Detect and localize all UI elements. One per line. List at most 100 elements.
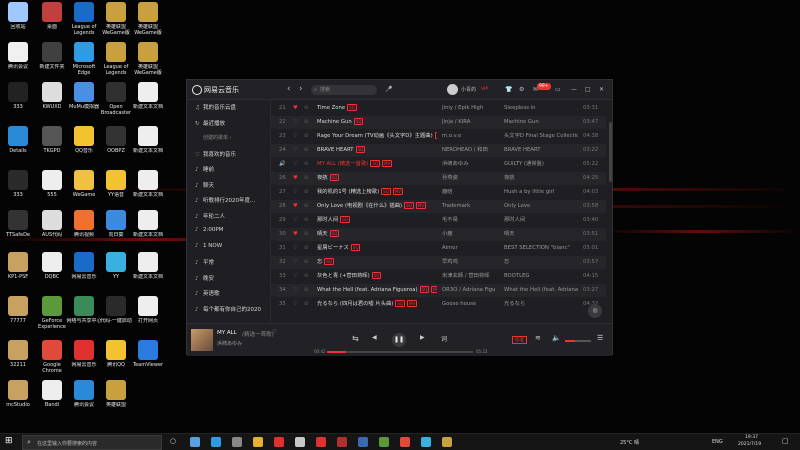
track-album[interactable]: BOOTLEG xyxy=(504,270,578,283)
track-row[interactable]: 35 ♡ ⊙ 光るなら (四月は君の嘘 片头曲) SQ MV Goose house 光るなら… xyxy=(271,298,606,311)
desktop-icon[interactable]: 新建文本文档 xyxy=(130,210,166,250)
desktop-icon[interactable]: 新建文本文档 xyxy=(130,252,166,292)
like-heart-icon[interactable]: ♡ xyxy=(293,270,301,283)
track-row[interactable]: 23 ♡⊙ Rage Your Dream (TV动画《头文字D》主题曲)MV m.o… xyxy=(271,130,606,143)
like-heart-icon[interactable]: ♡ xyxy=(293,214,301,227)
like-heart-icon[interactable]: ♥ xyxy=(293,200,301,213)
start-button[interactable]: ⊞ xyxy=(5,436,13,446)
desktop-icon[interactable]: TKGPD xyxy=(34,126,70,166)
track-row[interactable]: 29 ♡ ⊙ 那时人间 SQ 毛不易 那时人间 03:40 xyxy=(271,214,606,227)
desktop-icon[interactable]: TeamViewer xyxy=(130,340,166,380)
desktop-icon[interactable]: WeGame xyxy=(66,170,102,210)
league-icon[interactable] xyxy=(442,437,452,447)
next-button[interactable]: ▶ xyxy=(420,334,425,341)
track-row[interactable]: 21 ♥ ⊙ Time Zone SQ Jiniy / Epik High Sleeples… xyxy=(271,102,606,115)
sidebar-item[interactable]: ♪ 晚安 xyxy=(195,274,214,282)
scrollbar[interactable] xyxy=(609,122,612,182)
track-album[interactable]: Sleepless in xyxy=(504,102,578,115)
desktop-icon[interactable]: 333 xyxy=(0,82,36,122)
desktop-icon[interactable]: 腾讯会议 xyxy=(66,380,102,420)
track-album[interactable]: 晴天 xyxy=(504,228,578,241)
file-explorer-icon[interactable] xyxy=(253,437,263,447)
sidebar-item[interactable]: ♡ 我喜欢的音乐 xyxy=(195,150,236,158)
download-icon[interactable]: ⊙ xyxy=(304,158,312,171)
like-heart-icon[interactable]: ♡ xyxy=(272,329,277,335)
task-view-icon[interactable] xyxy=(190,437,200,447)
track-album[interactable]: 光るなら xyxy=(504,298,578,311)
desktop-icon[interactable]: Bandi xyxy=(34,380,70,420)
track-row[interactable]: 26 ♥ ⊙ 夜航 SQ 孙燕姿 夜航 04:25 xyxy=(271,172,606,185)
track-row[interactable]: 22 ♡ ⊙ Machine Gun SQ Jinja / KIRA Machine Gun… xyxy=(271,116,606,129)
desktop-icon[interactable]: YY xyxy=(98,252,134,292)
username[interactable]: 小青的 xyxy=(461,80,476,100)
desktop-icon[interactable]: 向日葵 xyxy=(98,210,134,250)
desktop-icon[interactable]: mcStudio xyxy=(0,380,36,420)
desktop-icon[interactable]: DQBC xyxy=(34,252,70,292)
mv-badge[interactable]: MV xyxy=(407,300,418,307)
now-playing-artist[interactable]: 浜崎あゆみ xyxy=(217,340,242,347)
store-icon[interactable] xyxy=(232,437,242,447)
like-heart-icon[interactable]: ♡ xyxy=(293,144,301,157)
desktop-icon[interactable]: 333 xyxy=(0,170,36,210)
track-row[interactable]: 31 ♡ ⊙ 星屑ビーナス SQ Aimer BEST SELECTION "blanc" 0… xyxy=(271,242,606,255)
clock-date[interactable]: 2021/7/19 xyxy=(738,442,761,447)
desktop-icon[interactable]: 腾讯QQ xyxy=(98,340,134,380)
like-heart-icon[interactable]: ♡ xyxy=(293,242,301,255)
desktop-icon[interactable]: 英雄联盟 WeGame版 xyxy=(130,42,166,82)
settings-icon[interactable]: ⚙ xyxy=(519,80,524,100)
desktop-icon[interactable]: QQ音乐 xyxy=(66,126,102,166)
forward-button[interactable]: › xyxy=(299,80,303,99)
track-artist[interactable]: NERDHEAD / 和田 xyxy=(442,144,500,157)
mv-badge[interactable]: MV xyxy=(434,132,437,139)
desktop-icon[interactable]: 英雄联盟 xyxy=(98,380,134,420)
desktop-icon[interactable]: 英雄联盟 WeGame版 xyxy=(98,2,134,42)
download-icon[interactable]: ⊙ xyxy=(304,284,312,297)
weibo-icon[interactable] xyxy=(316,437,326,447)
search-input[interactable]: ⌕ 搜索 xyxy=(311,85,377,95)
desktop-icon[interactable]: 回收站 xyxy=(0,2,36,42)
track-artist[interactable]: 毛不易 xyxy=(442,214,500,227)
desktop-icon[interactable]: KP1-PSF xyxy=(0,252,36,292)
desktop-icon[interactable]: League of Legends xyxy=(66,2,102,42)
sidebar-item[interactable]: ♪ 平常 xyxy=(195,258,214,266)
download-icon[interactable]: ⊙ xyxy=(304,298,312,311)
desktop-icon[interactable]: OOBPZ xyxy=(98,126,134,166)
like-heart-icon[interactable]: ♡ xyxy=(293,284,301,297)
progress-bar[interactable] xyxy=(327,351,473,353)
desktop-icon[interactable]: League of Legends xyxy=(98,42,134,82)
download-icon[interactable]: ⊙ xyxy=(304,270,312,283)
desktop-icon[interactable]: 打开网页 xyxy=(130,296,166,336)
track-row[interactable]: 34 ♡ ⊙ What the Hell (feat. Adriana Figuero… xyxy=(271,284,606,297)
track-artist[interactable]: 早鸡鸡 xyxy=(442,256,500,269)
sound-quality-button[interactable]: 标准 xyxy=(512,336,527,344)
desktop-icon[interactable]: 腾讯视频 xyxy=(66,210,102,250)
desktop-icon[interactable]: 网络与共享中心 xyxy=(66,296,102,336)
desktop-icon[interactable]: GeForce Experience xyxy=(34,296,70,336)
track-row[interactable]: 32 ♡ ⊙ 忘 SQ 早鸡鸡忘 03:57 xyxy=(271,256,606,269)
volume-icon[interactable]: 🔈 xyxy=(552,334,561,342)
track-row[interactable]: 28 ♥ ⊙ Only Love (电视剧《在什么》插曲) SQ MV Trademark O… xyxy=(271,200,606,213)
track-artist[interactable]: Jiniy / Epik High xyxy=(442,102,500,115)
desktop-icon[interactable]: 新建文本文档 xyxy=(130,82,166,122)
desktop-icon[interactable]: 新建文本文档 xyxy=(130,170,166,210)
desktop-icon[interactable]: AUS代码 xyxy=(34,210,70,250)
like-heart-icon[interactable]: ♡ xyxy=(293,186,301,199)
download-icon[interactable]: ⊙ xyxy=(304,256,312,269)
download-icon[interactable]: ⊙ xyxy=(304,130,312,143)
sidebar-item[interactable]: ♪ 每个都有你自己的2020 xyxy=(195,305,261,313)
desktop-icon[interactable]: TTSafeDe xyxy=(0,210,36,250)
wechat-icon[interactable] xyxy=(379,437,389,447)
playlist-icon[interactable]: ☰ xyxy=(597,334,603,342)
like-heart-icon[interactable]: ♡ xyxy=(293,158,301,171)
desktop-icon[interactable]: 英雄联盟 WeGame版 xyxy=(130,2,166,42)
skin-icon[interactable]: 👕 xyxy=(505,80,512,100)
download-icon[interactable]: ⊙ xyxy=(304,172,312,185)
maximize-button[interactable]: □ xyxy=(585,80,591,100)
now-playing-title[interactable]: MY ALL xyxy=(217,330,237,336)
app-icon[interactable] xyxy=(421,437,431,447)
shuffle-icon[interactable]: ⇆ xyxy=(352,334,359,343)
like-heart-icon[interactable]: ♡ xyxy=(293,130,301,143)
track-artist[interactable]: Aimer xyxy=(442,242,500,255)
minimize-button[interactable]: — xyxy=(571,80,577,100)
desktop-icon[interactable]: KWUXD xyxy=(34,82,70,122)
